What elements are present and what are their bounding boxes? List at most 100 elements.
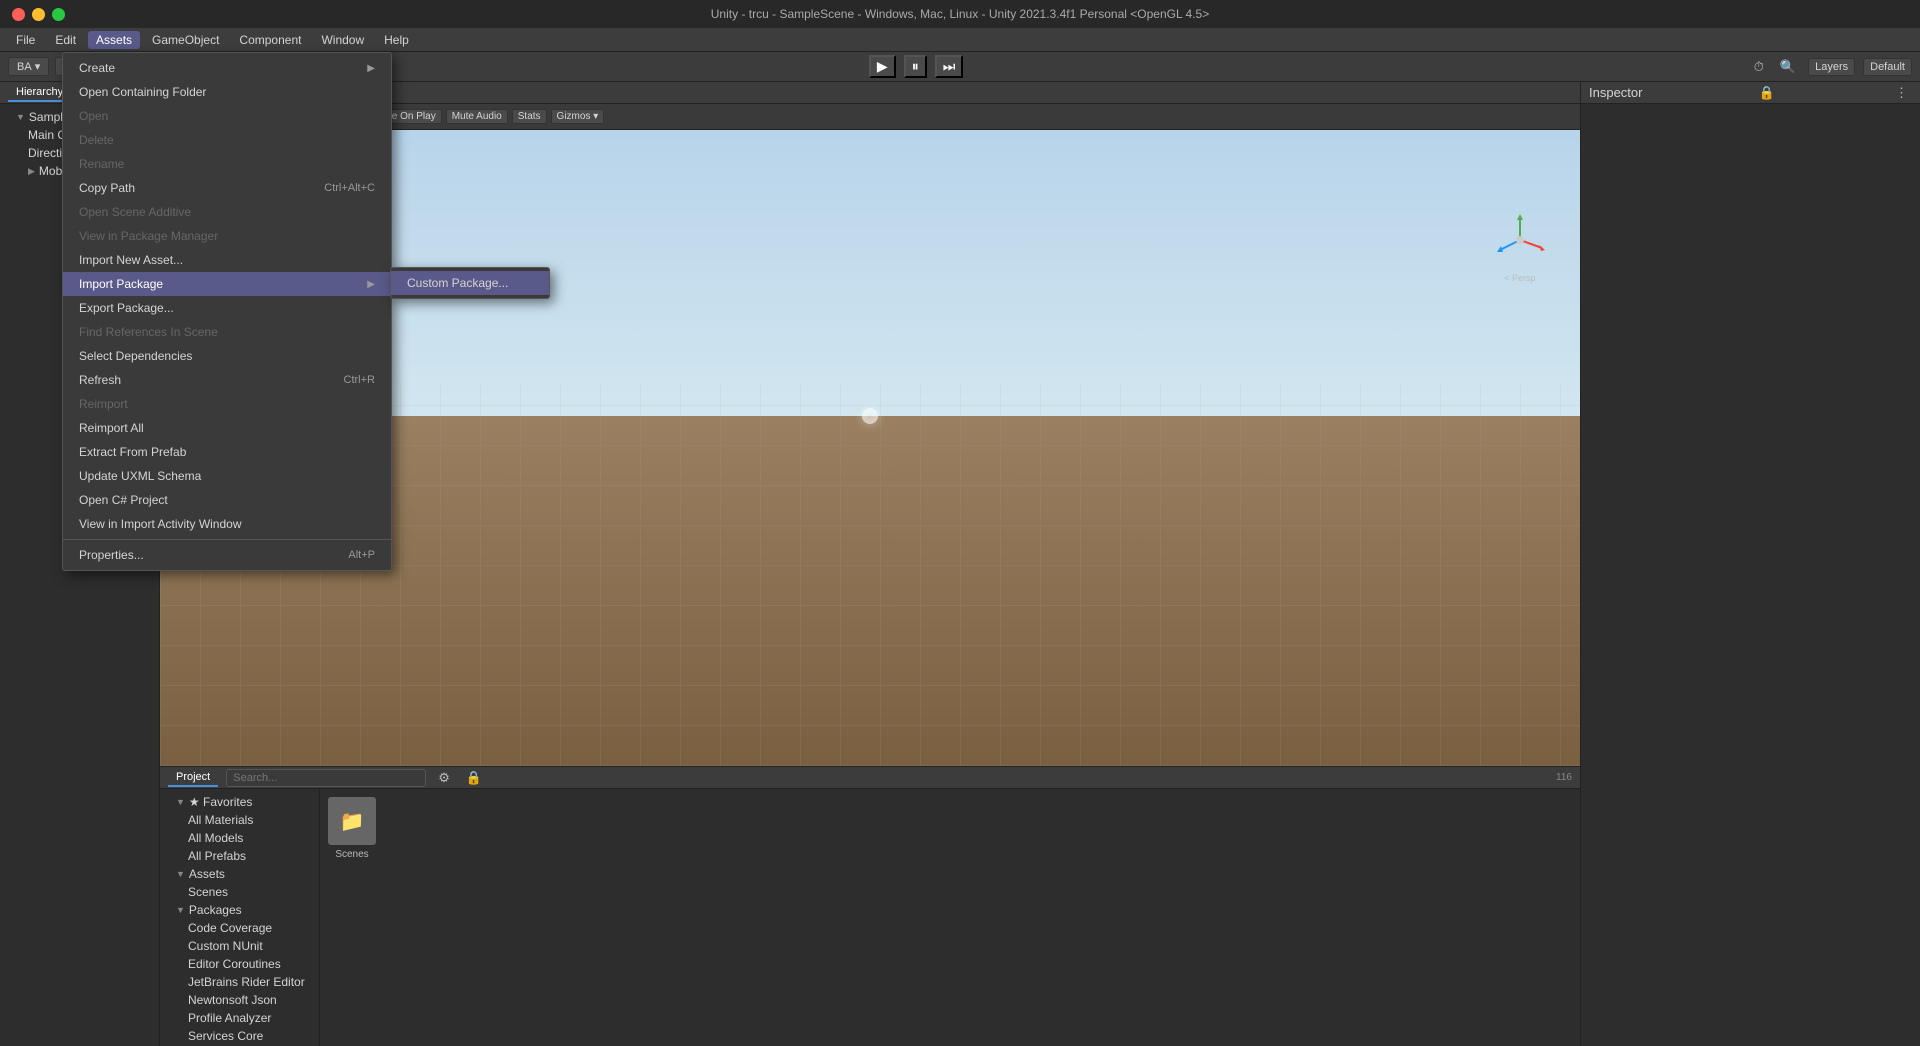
scenes-file-item[interactable]: 📁 Scenes	[328, 797, 376, 860]
minimize-button[interactable]	[32, 8, 45, 21]
all-prefabs-item[interactable]: All Prefabs	[160, 847, 319, 865]
gizmos-btn[interactable]: Gizmos ▾	[551, 109, 605, 124]
account-button[interactable]: BA ▾	[8, 57, 49, 76]
title-bar: Unity - trcu - SampleScene - Windows, Ma…	[0, 0, 1920, 28]
file-count: 116	[1556, 772, 1572, 783]
window-title: Unity - trcu - SampleScene - Windows, Ma…	[711, 7, 1209, 21]
all-models-label: All Models	[188, 831, 243, 845]
ctx-import-new-asset[interactable]: Import New Asset...	[63, 248, 391, 272]
play-button[interactable]: ▶	[869, 55, 896, 78]
ctx-delete: Delete	[63, 128, 391, 152]
step-button[interactable]: ⏭	[935, 55, 964, 78]
project-header: Project ⚙ 🔒 116	[160, 767, 1580, 789]
menu-gameobject[interactable]: GameObject	[144, 31, 227, 49]
assets-section[interactable]: ▼ Assets	[160, 865, 319, 883]
menu-component[interactable]: Component	[231, 31, 309, 49]
all-models-item[interactable]: All Models	[160, 829, 319, 847]
context-menu: Create ▶ Open Containing Folder Open Del…	[62, 52, 392, 571]
ctx-properties-shortcut: Alt+P	[348, 549, 375, 561]
ctx-separator	[63, 539, 391, 540]
ctx-create[interactable]: Create ▶	[63, 56, 391, 80]
menu-assets[interactable]: Assets	[88, 31, 140, 49]
chevron-down-icon: ▾	[35, 60, 41, 73]
all-materials-item[interactable]: All Materials	[160, 811, 319, 829]
maximize-button[interactable]	[52, 8, 65, 21]
scene-gizmo[interactable]: < Persp	[1490, 210, 1550, 270]
ctx-import-new-label: Import New Asset...	[79, 253, 183, 267]
pkg-codecoverage[interactable]: Code Coverage	[160, 919, 319, 937]
arrow-icon: ▼	[176, 905, 185, 915]
pkg-newtonsoftjson[interactable]: Newtonsoft Json	[160, 991, 319, 1009]
pause-button[interactable]: ⏸	[904, 55, 927, 78]
ctx-copy-path-shortcut: Ctrl+Alt+C	[324, 182, 375, 194]
ctx-reimport: Reimport	[63, 392, 391, 416]
menu-edit[interactable]: Edit	[47, 31, 84, 49]
filter-icon[interactable]: ⚙	[434, 769, 454, 787]
all-materials-label: All Materials	[188, 813, 253, 827]
ctx-delete-label: Delete	[79, 133, 114, 147]
project-files: 📁 Scenes	[320, 789, 1580, 1046]
project-content: ▼ ★ Favorites All Materials All Models A…	[160, 789, 1580, 1046]
custom-package-label: Custom Package...	[407, 276, 508, 290]
ctx-view-import-activity[interactable]: View in Import Activity Window	[63, 512, 391, 536]
ctx-update-uxml[interactable]: Update UXML Schema	[63, 464, 391, 488]
ctx-extract-prefab-label: Extract From Prefab	[79, 445, 186, 459]
ctx-copy-path[interactable]: Copy Path Ctrl+Alt+C	[63, 176, 391, 200]
ctx-view-package-manager: View in Package Manager	[63, 224, 391, 248]
lock-icon[interactable]: 🔒	[462, 769, 486, 787]
ctx-rename-label: Rename	[79, 157, 124, 171]
pkg-customnunit[interactable]: Custom NUnit	[160, 937, 319, 955]
ctx-import-package[interactable]: Import Package ▶	[63, 272, 391, 296]
pkg-profileanalyzer[interactable]: Profile Analyzer	[160, 1009, 319, 1027]
menu-window[interactable]: Window	[313, 31, 372, 49]
pkg-servicescore[interactable]: Services Core	[160, 1027, 319, 1045]
all-prefabs-label: All Prefabs	[188, 849, 246, 863]
ctx-reimport-all[interactable]: Reimport All	[63, 416, 391, 440]
tab-project[interactable]: Project	[168, 769, 218, 787]
ctx-properties[interactable]: Properties... Alt+P	[63, 543, 391, 567]
scenes-folder[interactable]: Scenes	[160, 883, 319, 901]
ctx-view-import-label: View in Import Activity Window	[79, 517, 242, 531]
pkg-editorcoroutines[interactable]: Editor Coroutines	[160, 955, 319, 973]
ctx-view-pkg-label: View in Package Manager	[79, 229, 218, 243]
search-icon[interactable]: 🔍	[1776, 58, 1800, 76]
arrow-icon: ▼	[176, 869, 185, 879]
account-label: BA	[17, 61, 32, 73]
menu-help[interactable]: Help	[376, 31, 417, 49]
submenu-custom-package[interactable]: Custom Package...	[391, 271, 549, 295]
stats-btn[interactable]: Stats	[512, 109, 547, 124]
inspector-header: Inspector 🔒 ⋮	[1581, 82, 1920, 104]
ctx-refresh[interactable]: Refresh Ctrl+R	[63, 368, 391, 392]
ctx-open-csharp[interactable]: Open C# Project	[63, 488, 391, 512]
ctx-select-deps-label: Select Dependencies	[79, 349, 192, 363]
menu-file[interactable]: File	[8, 31, 43, 49]
favorites-section[interactable]: ▼ ★ Favorites	[160, 793, 319, 811]
project-tree: ▼ ★ Favorites All Materials All Models A…	[160, 789, 320, 1046]
arrow-icon: ▼	[16, 112, 25, 122]
more-options-icon[interactable]: ⋮	[1891, 84, 1912, 102]
close-button[interactable]	[12, 8, 25, 21]
ctx-extract-prefab[interactable]: Extract From Prefab	[63, 440, 391, 464]
ctx-export-package[interactable]: Export Package...	[63, 296, 391, 320]
packages-section[interactable]: ▼ Packages	[160, 901, 319, 919]
ctx-refresh-shortcut: Ctrl+R	[344, 374, 375, 386]
layers-dropdown[interactable]: Layers	[1808, 58, 1855, 76]
folder-icon: 📁	[328, 797, 376, 845]
pkg-jetbrainsrider[interactable]: JetBrains Rider Editor	[160, 973, 319, 991]
ctx-rename: Rename	[63, 152, 391, 176]
inspector-tab[interactable]: Inspector	[1589, 85, 1642, 100]
mute-audio-btn[interactable]: Mute Audio	[446, 109, 508, 124]
project-search[interactable]	[226, 769, 426, 787]
packages-label: Packages	[189, 903, 242, 917]
favorites-label: ★ Favorites	[189, 795, 252, 809]
clock-icon[interactable]: ⏱	[1750, 58, 1768, 76]
ctx-open-label: Open	[79, 109, 108, 123]
ctx-open-scene-additive: Open Scene Additive	[63, 200, 391, 224]
ctx-open-containing[interactable]: Open Containing Folder	[63, 80, 391, 104]
lock-inspector-icon[interactable]: 🔒	[1755, 84, 1779, 102]
layout-dropdown[interactable]: Default	[1863, 58, 1912, 76]
ctx-update-uxml-label: Update UXML Schema	[79, 469, 201, 483]
ctx-export-pkg-label: Export Package...	[79, 301, 174, 315]
ctx-open-scene-label: Open Scene Additive	[79, 205, 191, 219]
ctx-select-dependencies[interactable]: Select Dependencies	[63, 344, 391, 368]
